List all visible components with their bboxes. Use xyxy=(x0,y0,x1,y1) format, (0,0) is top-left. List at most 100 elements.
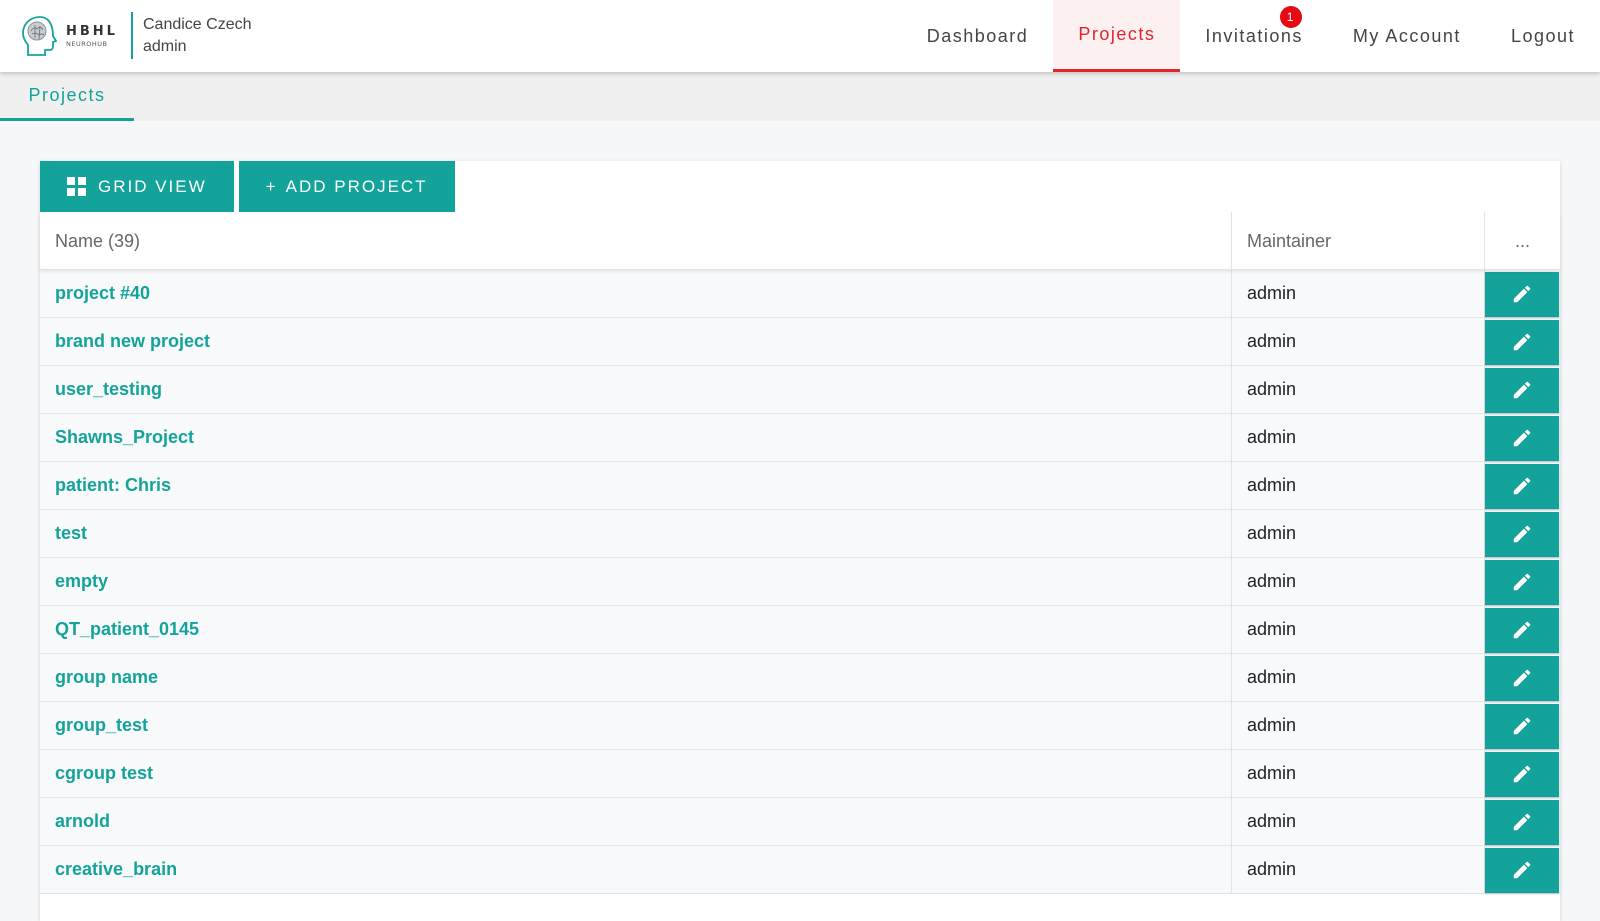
table-row: cgroup test admin xyxy=(40,750,1560,798)
projects-toolbar: GRID VIEW + ADD PROJECT xyxy=(40,161,460,212)
row-actions xyxy=(1485,366,1560,413)
edit-project-button[interactable] xyxy=(1485,751,1559,797)
row-actions xyxy=(1485,270,1560,317)
pencil-icon xyxy=(1511,283,1533,305)
nav-projects[interactable]: Projects xyxy=(1053,0,1181,72)
project-maintainer: admin xyxy=(1232,846,1485,893)
main-nav: Dashboard Projects Invitations 1 My Acco… xyxy=(902,0,1600,72)
project-name-link[interactable]: project #40 xyxy=(40,270,1232,317)
tab-projects-label: Projects xyxy=(28,84,106,105)
project-name-link[interactable]: test xyxy=(40,510,1232,557)
pencil-icon xyxy=(1511,427,1533,449)
row-actions xyxy=(1485,798,1560,845)
add-project-label: ADD PROJECT xyxy=(285,176,428,196)
user-name: Candice Czech xyxy=(143,16,252,33)
pencil-icon xyxy=(1511,859,1533,881)
pencil-icon xyxy=(1511,619,1533,641)
edit-project-button[interactable] xyxy=(1485,559,1559,605)
project-name-link[interactable]: cgroup test xyxy=(40,750,1232,797)
edit-project-button[interactable] xyxy=(1485,319,1559,365)
hbhl-logo[interactable]: HBHL NEUROHUB xyxy=(18,14,118,58)
column-header-maintainer[interactable]: Maintainer xyxy=(1232,212,1485,270)
nav-projects-label: Projects xyxy=(1078,24,1156,44)
tab-bar: Projects xyxy=(0,72,1600,121)
table-header: Name (39) Maintainer ... xyxy=(40,212,1560,270)
edit-project-button[interactable] xyxy=(1485,703,1559,749)
project-maintainer: admin xyxy=(1232,318,1485,365)
row-actions xyxy=(1485,558,1560,605)
project-maintainer: admin xyxy=(1232,702,1485,749)
project-maintainer: admin xyxy=(1232,654,1485,701)
project-maintainer: admin xyxy=(1232,366,1485,413)
edit-project-button[interactable] xyxy=(1485,799,1559,845)
project-name-link[interactable]: creative_brain xyxy=(40,846,1232,893)
project-name-link[interactable]: patient: Chris xyxy=(40,462,1232,509)
pencil-icon xyxy=(1511,811,1533,833)
table-row: Shawns_Project admin xyxy=(40,414,1560,462)
nav-my-account[interactable]: My Account xyxy=(1328,0,1486,72)
grid-view-label: GRID VIEW xyxy=(98,176,207,196)
pencil-icon xyxy=(1511,475,1533,497)
project-name-link[interactable]: arnold xyxy=(40,798,1232,845)
nav-dashboard[interactable]: Dashboard xyxy=(902,0,1054,72)
row-actions xyxy=(1485,654,1560,701)
project-maintainer: admin xyxy=(1232,558,1485,605)
project-name-link[interactable]: brand new project xyxy=(40,318,1232,365)
row-actions xyxy=(1485,702,1560,749)
add-project-button[interactable]: + ADD PROJECT xyxy=(238,161,455,212)
project-name-link[interactable]: user_testing xyxy=(40,366,1232,413)
grid-view-button[interactable]: GRID VIEW xyxy=(40,161,234,212)
edit-project-button[interactable] xyxy=(1485,511,1559,557)
project-name-link[interactable]: QT_patient_0145 xyxy=(40,606,1232,653)
project-maintainer: admin xyxy=(1232,798,1485,845)
table-row: patient: Chris admin xyxy=(40,462,1560,510)
user-role: admin xyxy=(143,38,187,55)
pencil-icon xyxy=(1511,331,1533,353)
pencil-icon xyxy=(1511,571,1533,593)
nav-logout-label: Logout xyxy=(1510,25,1575,46)
row-actions xyxy=(1485,606,1560,653)
project-name-link[interactable]: empty xyxy=(40,558,1232,605)
edit-project-button[interactable] xyxy=(1485,367,1559,413)
project-name-link[interactable]: Shawns_Project xyxy=(40,414,1232,461)
pencil-icon xyxy=(1511,667,1533,689)
table-row: test admin xyxy=(40,510,1560,558)
logo-title: HBHL xyxy=(66,24,118,39)
user-info: Candice Czech admin xyxy=(143,14,252,58)
nav-invitations-label: Invitations xyxy=(1205,25,1303,46)
table-row: creative_brain admin xyxy=(40,846,1560,894)
nav-invitations[interactable]: Invitations 1 xyxy=(1180,0,1328,72)
project-name-link[interactable]: group_test xyxy=(40,702,1232,749)
pencil-icon xyxy=(1511,379,1533,401)
table-row: group_test admin xyxy=(40,702,1560,750)
table-row: arnold admin xyxy=(40,798,1560,846)
edit-project-button[interactable] xyxy=(1485,847,1559,893)
project-maintainer: admin xyxy=(1232,270,1485,317)
pencil-icon xyxy=(1511,523,1533,545)
column-header-name[interactable]: Name (39) xyxy=(40,212,1232,270)
row-actions xyxy=(1485,510,1560,557)
table-body: project #40 admin brand new project admin us… xyxy=(40,270,1560,894)
project-name-link[interactable]: group name xyxy=(40,654,1232,701)
logo-subtitle: NEUROHUB xyxy=(66,40,108,48)
brain-head-icon xyxy=(22,16,58,56)
edit-project-button[interactable] xyxy=(1485,271,1559,317)
table-row: brand new project admin xyxy=(40,318,1560,366)
plus-icon: + xyxy=(265,176,278,196)
row-actions xyxy=(1485,846,1560,893)
row-actions xyxy=(1485,462,1560,509)
table-row: group name admin xyxy=(40,654,1560,702)
project-maintainer: admin xyxy=(1232,414,1485,461)
edit-project-button[interactable] xyxy=(1485,463,1559,509)
grid-icon xyxy=(67,177,86,196)
edit-project-button[interactable] xyxy=(1485,655,1559,701)
nav-logout[interactable]: Logout xyxy=(1486,0,1600,72)
tab-projects[interactable]: Projects xyxy=(0,72,134,121)
table-row: project #40 admin xyxy=(40,270,1560,318)
row-actions xyxy=(1485,414,1560,461)
table-row: QT_patient_0145 admin xyxy=(40,606,1560,654)
column-header-actions[interactable]: ... xyxy=(1485,212,1560,270)
edit-project-button[interactable] xyxy=(1485,607,1559,653)
edit-project-button[interactable] xyxy=(1485,415,1559,461)
top-header: HBHL NEUROHUB Candice Czech admin Dashbo… xyxy=(0,0,1600,72)
